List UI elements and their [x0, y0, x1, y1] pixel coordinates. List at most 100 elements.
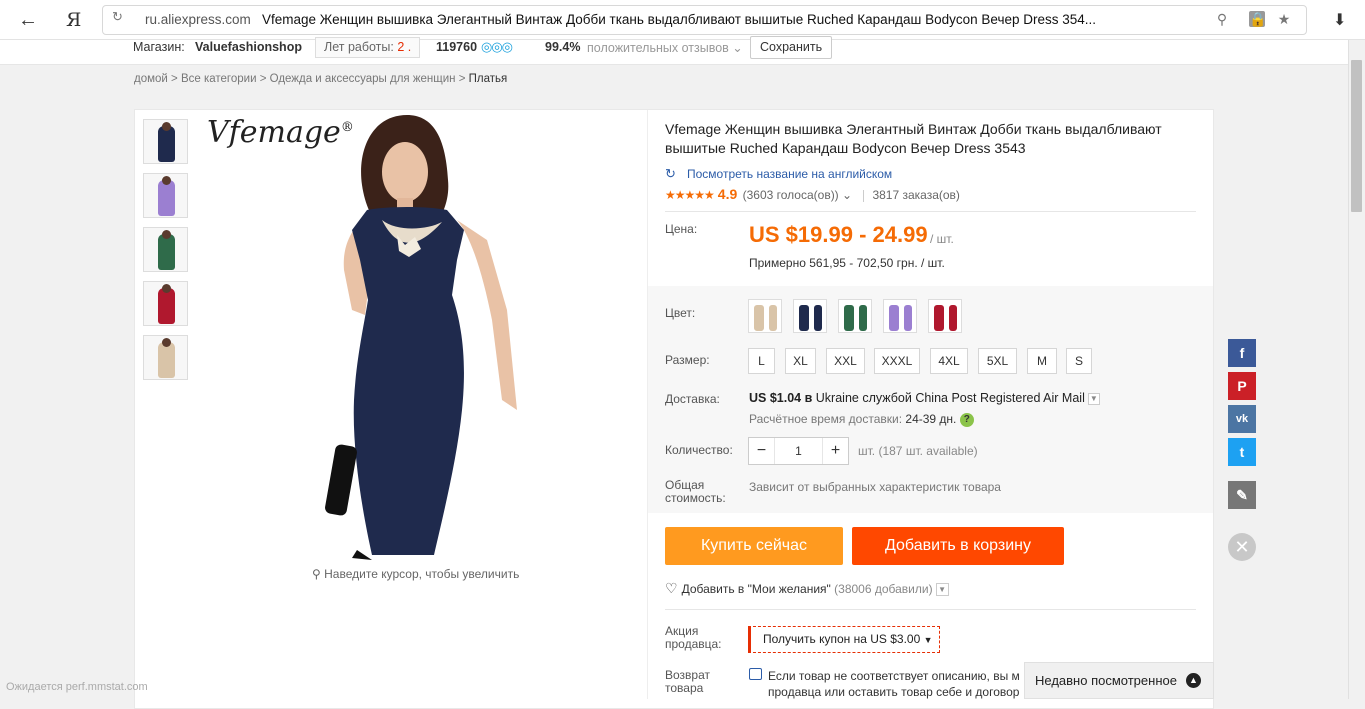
twitter-icon[interactable]: t — [1228, 438, 1256, 466]
wishlist-link[interactable]: ♡ Добавить в "Мои желания" (38006 добавил… — [665, 580, 949, 597]
recently-viewed-label: Недавно посмотренное — [1035, 673, 1177, 688]
positive-percent: 99.4% — [545, 40, 581, 54]
heart-icon: ♡ — [665, 580, 678, 596]
store-bar: Магазин: Valuefashionshop Лет работы: 2 … — [0, 36, 1348, 65]
breadcrumb-all[interactable]: Все категории — [181, 73, 257, 85]
delivery-eta: Расчётное время доставки: 24-39 дн. ? — [749, 412, 974, 427]
chevron-down-icon[interactable]: ▼ — [1087, 392, 1100, 405]
total-label: Общая стоимость: — [665, 478, 726, 505]
zoom-hint: ⚲ Наведите курсор, чтобы увеличить — [312, 567, 519, 581]
delivery-text: Ukraine службой China Post Registered Ai… — [815, 391, 1085, 405]
breadcrumb-home[interactable]: домой — [134, 73, 168, 85]
color-swatch[interactable] — [748, 299, 782, 333]
search-key-icon[interactable]: ⚲ — [1214, 11, 1230, 27]
return-text-2: продавца или оставить товар себе и догов… — [768, 685, 1020, 699]
caret-down-icon: ▼ — [923, 635, 933, 645]
return-info: Если товар не соответствует описанию, вы… — [768, 668, 1028, 700]
color-swatch[interactable] — [928, 299, 962, 333]
bookmark-star-icon[interactable]: ★ — [1276, 11, 1292, 27]
thumbnail[interactable] — [143, 173, 188, 218]
price-label: Цена: — [665, 222, 698, 236]
color-swatch[interactable] — [838, 299, 872, 333]
store-name[interactable]: Valuefashionshop — [195, 40, 302, 54]
qty-label: Количество: — [665, 443, 733, 457]
edit-icon[interactable]: ✎ — [1228, 481, 1256, 509]
color-swatch[interactable] — [793, 299, 827, 333]
vk-icon[interactable]: vk — [1228, 405, 1256, 433]
promo-label: Акция продавца: — [665, 624, 722, 651]
size-option[interactable]: 5XL — [978, 348, 1017, 374]
page-title: Vfemage Женщин вышивка Элегантный Винтаж… — [262, 12, 1097, 27]
pinterest-icon[interactable]: P — [1228, 372, 1256, 400]
magnifier-icon: ⚲ — [312, 567, 321, 581]
download-icon[interactable]: ⬇ — [1333, 10, 1346, 30]
size-option[interactable]: S — [1066, 348, 1092, 374]
save-store-button[interactable]: Сохранить — [750, 36, 833, 59]
store-years: Лет работы: 2 . — [315, 37, 421, 58]
return-label: Возврат товара — [665, 668, 710, 695]
chevron-down-icon[interactable]: ▼ — [935, 583, 949, 597]
rating-stars[interactable]: ★★★★★ — [665, 188, 715, 202]
translate-icon: ↻ — [665, 166, 676, 181]
translate-link[interactable]: ↻ Посмотреть название на английском — [665, 166, 892, 182]
eta-value: 24-39 дн. — [905, 412, 957, 426]
quantity-available: шт. (187 шт. available) — [858, 444, 978, 458]
minus-button[interactable]: − — [749, 438, 775, 464]
thumbnail[interactable] — [143, 281, 188, 326]
thumbnail[interactable] — [143, 227, 188, 272]
page-scrollbar[interactable] — [1348, 40, 1365, 699]
delivery-price: US $1.04 — [749, 391, 802, 405]
help-icon[interactable]: ? — [959, 412, 974, 427]
positive-label[interactable]: положительных отзывов ⌄ — [587, 40, 743, 55]
get-coupon-button[interactable]: Получить купон на US $3.00 ▼ — [748, 626, 940, 653]
rating-row: ★★★★★ 4.9 (3603 голоса(ов)) ⌄ 3817 заказа… — [665, 186, 960, 202]
divider — [665, 211, 1196, 212]
store-score[interactable]: 119760 — [436, 40, 477, 54]
lock-icon[interactable]: 🔒 — [1249, 11, 1266, 27]
size-option[interactable]: L — [748, 348, 775, 374]
breadcrumb: домой > Все категории > Одежда и аксессу… — [134, 73, 508, 85]
breadcrumb-current[interactable]: Платья — [469, 73, 508, 85]
size-option[interactable]: XXXL — [874, 348, 920, 374]
size-option[interactable]: XXL — [826, 348, 865, 374]
rating-value: 4.9 — [717, 186, 738, 202]
chevron-down-icon[interactable]: ⌄ — [842, 188, 852, 202]
medal-icons: ◎◎◎ — [481, 39, 513, 54]
quantity-input[interactable]: 1 — [775, 438, 822, 464]
reload-icon[interactable]: ↻ — [112, 10, 126, 24]
return-icon — [749, 668, 762, 680]
size-option[interactable]: 4XL — [930, 348, 968, 374]
quantity-stepper: − 1 + — [748, 437, 849, 465]
thumbnail[interactable] — [143, 335, 188, 380]
translate-text: Посмотреть название на английском — [687, 167, 893, 181]
divider — [665, 609, 1196, 610]
add-to-cart-button[interactable]: Добавить в корзину — [852, 527, 1064, 565]
chevron-up-icon[interactable]: ▲ — [1186, 673, 1201, 688]
total-text: Зависит от выбранных характеристик товар… — [749, 480, 1001, 494]
brand-mark: ® — [340, 120, 354, 135]
buy-now-button[interactable]: Купить сейчас — [665, 527, 843, 565]
rating-votes[interactable]: (3603 голоса(ов)) — [743, 188, 839, 202]
close-icon[interactable]: ✕ — [1228, 533, 1256, 561]
eta-label: Расчётное время доставки: — [749, 412, 903, 426]
size-option[interactable]: M — [1027, 348, 1057, 374]
yandex-logo[interactable]: Я — [66, 8, 81, 32]
color-swatch[interactable] — [883, 299, 917, 333]
scrollbar-thumb[interactable] — [1351, 60, 1362, 212]
size-option[interactable]: XL — [785, 348, 816, 374]
plus-button[interactable]: + — [822, 438, 848, 464]
back-arrow-icon[interactable]: ← — [16, 8, 40, 32]
thumbnail-list — [143, 119, 188, 389]
zoom-hint-text: Наведите курсор, чтобы увеличить — [324, 567, 520, 581]
thumbnail[interactable] — [143, 119, 188, 164]
browser-toolbar: ← Я ↻ ru.aliexpress.com Vfemage Женщин в… — [0, 0, 1365, 40]
brand-name: Vfemage — [207, 115, 341, 150]
delivery-info[interactable]: US $1.04 в Ukraine службой China Post Re… — [749, 391, 1100, 405]
main-product-image[interactable] — [202, 110, 642, 560]
url-text[interactable]: ru.aliexpress.com — [145, 12, 251, 27]
recently-viewed-panel[interactable]: Недавно посмотренное ▲ — [1024, 662, 1214, 699]
coupon-text: Получить купон на US $3.00 — [763, 632, 921, 646]
breadcrumb-clothes[interactable]: Одежда и аксессуары для женщин — [270, 73, 456, 85]
orders-count: 3817 заказа(ов) — [872, 188, 960, 202]
facebook-icon[interactable]: f — [1228, 339, 1256, 367]
